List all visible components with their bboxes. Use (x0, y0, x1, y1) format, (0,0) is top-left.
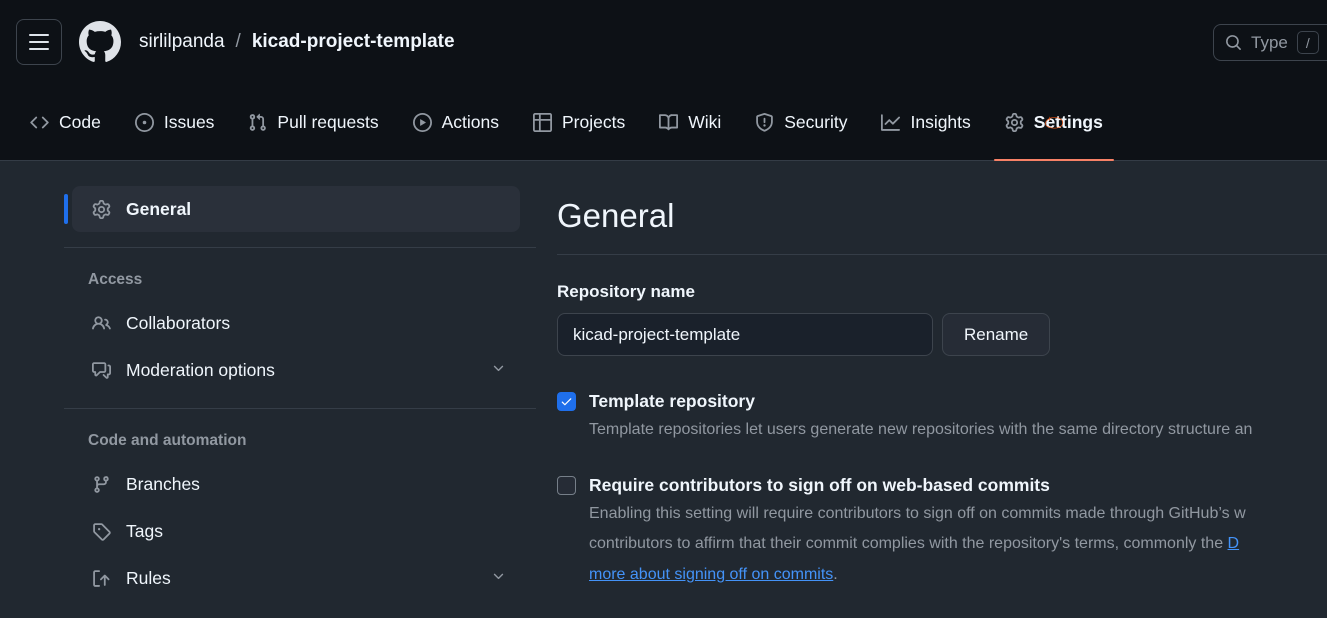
rule-icon (92, 569, 111, 588)
template-repository-description: Template repositories let users generate… (589, 416, 1252, 444)
signoff-setting: Require contributors to sign off on web-… (557, 473, 1327, 589)
tab-projects[interactable]: Projects (516, 84, 642, 160)
tab-wiki[interactable]: Wiki (642, 84, 738, 160)
graph-icon (881, 113, 900, 132)
slash-shortcut-keycap: / (1297, 31, 1319, 54)
sidebar-item-branches[interactable]: Branches (72, 461, 520, 507)
sidebar-section-code-and-automation: Code and automation (64, 424, 536, 460)
repository-name-label: Repository name (557, 282, 1327, 302)
comment-discussion-icon (92, 361, 111, 380)
signoff-description-line1: Enabling this setting will require contr… (589, 500, 1246, 528)
sidebar-item-general[interactable]: General (72, 186, 520, 232)
tag-icon (92, 522, 111, 541)
signoff-checkbox[interactable] (557, 476, 576, 495)
breadcrumb-separator: / (236, 31, 241, 53)
shield-icon (755, 113, 774, 132)
signoff-description-line3: more about signing off on commits. (589, 561, 1246, 589)
title-divider (557, 254, 1327, 255)
chevron-down-icon (491, 360, 506, 381)
sidebar-item-moderation-options[interactable]: Moderation options (72, 347, 520, 393)
github-mark-icon (79, 21, 121, 63)
sidebar-divider (64, 247, 536, 248)
tab-code[interactable]: Code (13, 84, 118, 160)
template-repository-checkbox[interactable] (557, 392, 576, 411)
tab-actions[interactable]: Actions (396, 84, 516, 160)
tab-insights[interactable]: Insights (864, 84, 987, 160)
signoff-label[interactable]: Require contributors to sign off on web-… (589, 473, 1246, 497)
gear-icon (1005, 113, 1024, 132)
template-repository-label[interactable]: Template repository (589, 389, 1252, 413)
page-title: General (557, 197, 1327, 235)
sidebar-section-access: Access (64, 263, 536, 299)
sidebar-item-collaborators[interactable]: Collaborators (72, 300, 520, 346)
signoff-description-line2: contributors to affirm that their commit… (589, 530, 1246, 558)
chevron-down-icon (491, 568, 506, 589)
repo-nav-tabs: Code Issues Pull requests Actions Projec… (0, 84, 1327, 161)
search-placeholder: Type (1251, 33, 1288, 53)
table-icon (533, 113, 552, 132)
rename-button[interactable]: Rename (942, 313, 1050, 356)
dco-link-fragment[interactable]: D (1228, 535, 1240, 552)
sidebar-item-tags[interactable]: Tags (72, 508, 520, 554)
breadcrumb: sirlilpanda / kicad-project-template (139, 31, 455, 53)
github-repo-settings-page: sirlilpanda / kicad-project-template Typ… (0, 0, 1327, 618)
tab-settings[interactable]: Settings (988, 84, 1120, 160)
tab-pull-requests[interactable]: Pull requests (231, 84, 395, 160)
issue-opened-icon (135, 113, 154, 132)
settings-sidebar: General Access Collaborators Moderation … (64, 185, 536, 602)
gear-icon (92, 200, 111, 219)
git-branch-icon (92, 475, 111, 494)
github-logo[interactable] (79, 21, 121, 63)
play-circle-icon (413, 113, 432, 132)
breadcrumb-repo-link[interactable]: kicad-project-template (252, 31, 455, 53)
people-icon (92, 314, 111, 333)
repository-name-row: Rename (557, 313, 1327, 356)
book-icon (659, 113, 678, 132)
header: sirlilpanda / kicad-project-template Typ… (0, 0, 1327, 84)
template-repository-setting: Template repository Template repositorie… (557, 389, 1327, 444)
code-icon (30, 113, 49, 132)
settings-content: General Access Collaborators Moderation … (0, 161, 1327, 602)
general-settings-panel: General Repository name Rename Template … (536, 185, 1327, 602)
hamburger-icon (29, 34, 49, 36)
repository-name-input[interactable] (557, 313, 933, 356)
tab-issues[interactable]: Issues (118, 84, 232, 160)
sidebar-divider (64, 408, 536, 409)
hamburger-menu-button[interactable] (16, 19, 62, 65)
check-icon (560, 395, 573, 408)
sidebar-item-rules[interactable]: Rules (72, 555, 520, 601)
breadcrumb-owner-link[interactable]: sirlilpanda (139, 31, 225, 53)
search-icon (1225, 34, 1242, 51)
signoff-learn-more-link[interactable]: more about signing off on commits (589, 566, 833, 583)
git-pull-request-icon (248, 113, 267, 132)
tab-security[interactable]: Security (738, 84, 864, 160)
search-box[interactable]: Type / (1213, 24, 1327, 61)
